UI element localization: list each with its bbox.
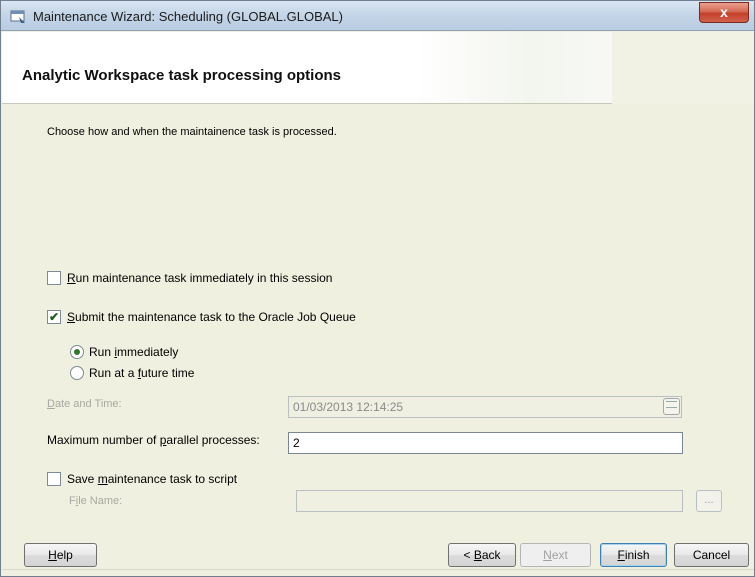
parallel-processes-label: Maximum number of parallel processes: [47,433,260,447]
run-future-radio[interactable] [70,366,84,380]
save-script-option[interactable]: Save maintenance task to script [47,470,237,488]
wizard-window: Maintenance Wizard: Scheduling (GLOBAL.G… [0,0,755,577]
date-time-label: Date and Time: [47,398,122,410]
parallel-processes-value: 2 [293,436,300,450]
save-script-label: Save maintenance task to script [67,472,238,486]
file-name-input[interactable] [296,490,683,512]
save-script-checkbox[interactable] [47,472,61,486]
description-text: Choose how and when the maintainence tas… [47,126,337,138]
run-in-session-checkbox[interactable] [47,271,61,285]
help-button[interactable]: Help [24,543,97,567]
run-in-session-label: Run maintenance task immediately in this… [67,271,333,285]
run-immediately-option[interactable]: Run immediately [70,343,178,361]
close-button[interactable]: x [699,2,749,23]
next-button[interactable]: Next [520,543,591,567]
app-icon [10,10,25,23]
file-name-label: File Name: [69,495,123,507]
submit-job-queue-checkbox[interactable]: ✔ [47,310,61,324]
back-button[interactable]: < Back [448,543,516,567]
date-time-value: 01/03/2013 12:14:25 [293,400,404,414]
page-title: Analytic Workspace task processing optio… [22,67,341,84]
window-title: Maintenance Wizard: Scheduling (GLOBAL.G… [33,9,343,24]
run-future-label: Run at a future time [89,366,195,380]
date-time-spinner[interactable] [663,398,680,415]
parallel-processes-input[interactable]: 2 [288,432,683,454]
run-immediately-radio[interactable] [70,345,84,359]
run-immediately-label: Run immediately [89,345,179,359]
radio-selected-dot [74,349,80,355]
browse-button[interactable]: ... [696,490,722,512]
run-in-session-option[interactable]: Run maintenance task immediately in this… [47,269,332,287]
title-bar: Maintenance Wizard: Scheduling (GLOBAL.G… [1,1,754,31]
submit-job-queue-label: Submit the maintenance task to the Oracl… [67,310,356,324]
submit-job-queue-option[interactable]: ✔ Submit the maintenance task to the Ora… [47,308,356,326]
finish-button[interactable]: Finish [600,543,667,567]
cancel-button[interactable]: Cancel [674,543,749,567]
checkmark-icon: ✔ [48,310,60,324]
date-time-field[interactable]: 01/03/2013 12:14:25 [288,396,682,418]
wizard-header: Analytic Workspace task processing optio… [2,32,754,104]
run-future-option[interactable]: Run at a future time [70,364,194,382]
close-icon: x [720,4,728,20]
